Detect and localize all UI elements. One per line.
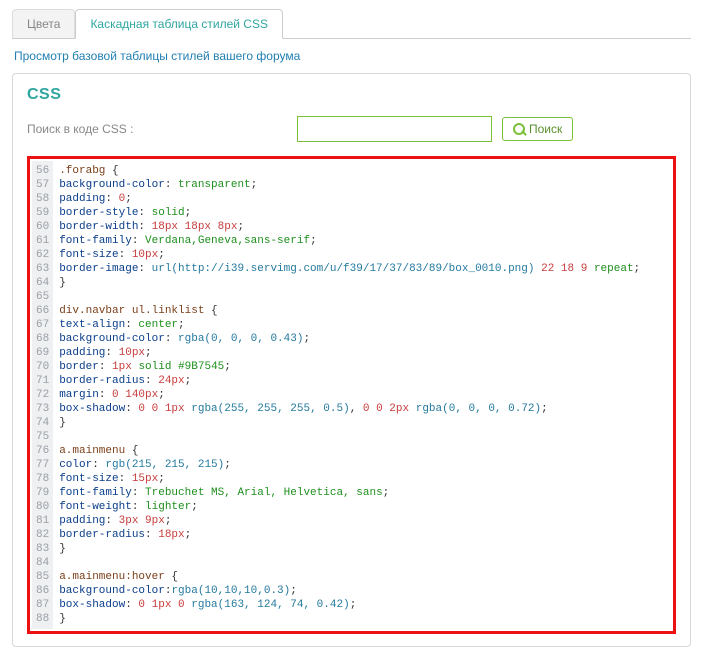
page-subtitle-link[interactable]: Просмотр базовой таблицы стилей вашего ф… (14, 49, 689, 63)
code-editor[interactable]: 5657585960616263646566676869707172737475… (32, 161, 671, 629)
search-button-label: Поиск (529, 122, 562, 136)
css-panel: CSS Поиск в коде CSS : Поиск 56575859606… (12, 73, 691, 647)
code-highlight-frame: 5657585960616263646566676869707172737475… (27, 156, 676, 634)
tab-css[interactable]: Каскадная таблица стилей CSS (75, 9, 283, 39)
code-content[interactable]: .forabg {background-color: transparent;p… (53, 161, 646, 629)
css-search-input[interactable] (297, 116, 492, 142)
css-search-button[interactable]: Поиск (502, 117, 573, 141)
tab-label: Каскадная таблица стилей CSS (90, 17, 268, 31)
line-number-gutter: 5657585960616263646566676869707172737475… (32, 161, 53, 629)
search-row: Поиск в коде CSS : Поиск (27, 116, 676, 142)
tab-label: Цвета (27, 17, 60, 31)
tabs-bar: Цвета Каскадная таблица стилей CSS (12, 8, 691, 39)
search-label: Поиск в коде CSS : (27, 122, 287, 136)
search-icon (513, 123, 525, 135)
tab-colors[interactable]: Цвета (12, 9, 75, 39)
css-heading: CSS (27, 86, 676, 104)
